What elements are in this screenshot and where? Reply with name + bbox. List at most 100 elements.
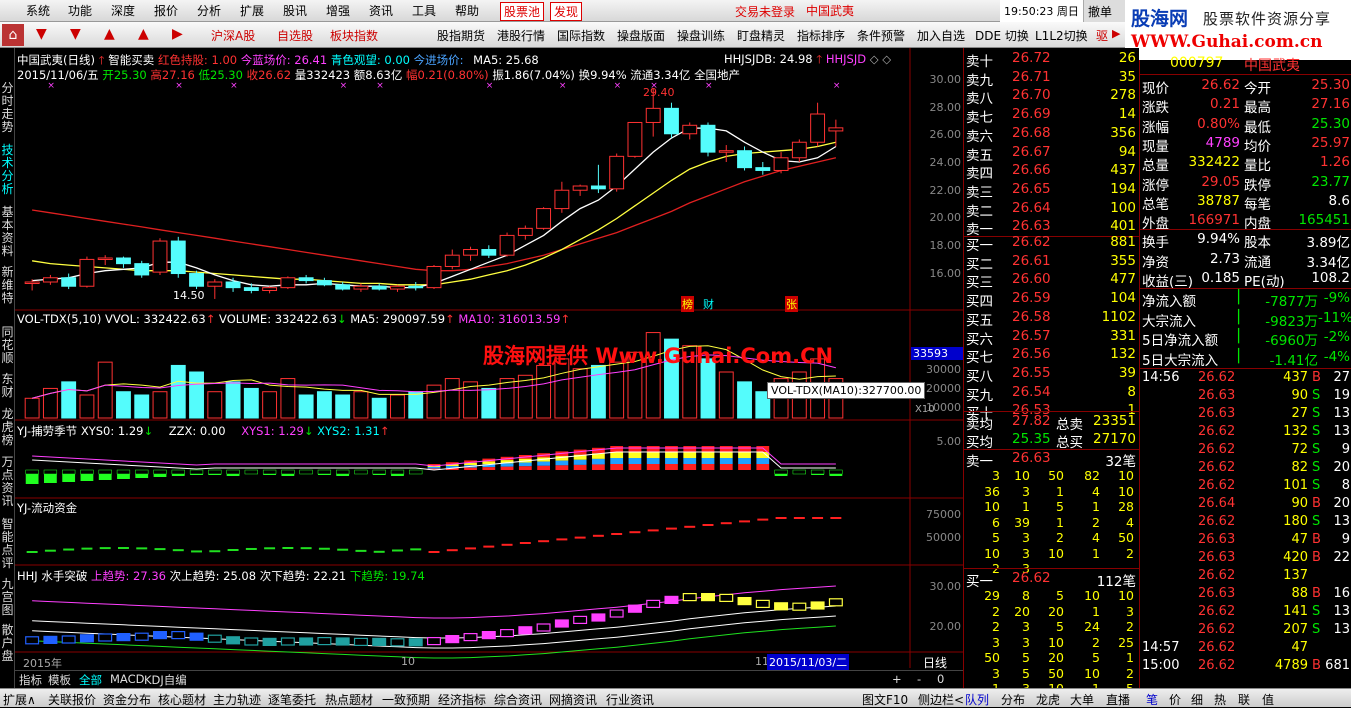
- tb-sector-index[interactable]: 板块指数: [330, 27, 378, 44]
- vtab-tonghuashun[interactable]: 同花顺: [0, 326, 15, 365]
- bottom-tab[interactable]: 大单: [1070, 691, 1094, 708]
- tb-dde[interactable]: DDE 切换: [975, 27, 1029, 44]
- menu-extend[interactable]: 扩展: [240, 2, 264, 19]
- tb-monitor[interactable]: 盯盘精灵: [737, 27, 785, 44]
- tb-shsz-a[interactable]: 沪深A股: [211, 27, 255, 44]
- bottom-tab[interactable]: 逐笔委托: [268, 691, 316, 708]
- chart-area[interactable]: × × × × × × × × × × × 中国武夷(日线) 🡑 智能买卖 红色持股: 1.00 今…: [15, 48, 963, 671]
- tick-row[interactable]: 26.62 137: [1140, 568, 1351, 586]
- menu-quote[interactable]: 报价: [154, 2, 178, 19]
- bottom-tab[interactable]: 分布: [1001, 691, 1025, 708]
- ask-row[interactable]: 卖六 26.68 356: [964, 125, 1140, 145]
- tick-row[interactable]: 14:57 26.62 47: [1140, 640, 1351, 658]
- bid-row[interactable]: 买九 26.54 8: [964, 384, 1140, 404]
- menu-enhance[interactable]: 增强: [326, 2, 350, 19]
- tick-row[interactable]: 15:00 26.62 4789 B 681: [1140, 658, 1351, 676]
- tick-row[interactable]: 26.63 90 S 19: [1140, 388, 1351, 406]
- arrow-up-double-icon[interactable]: ▲: [138, 26, 149, 42]
- bottom-tab[interactable]: 关联报价: [48, 691, 96, 708]
- bottom-tab[interactable]: 队列: [965, 691, 989, 708]
- vtab-intraday[interactable]: 分时走势: [0, 82, 15, 134]
- menu-info[interactable]: 资讯: [369, 2, 393, 19]
- tb-add-watch[interactable]: 加入自选: [917, 27, 965, 44]
- bottom-tab[interactable]: 直播: [1106, 691, 1130, 708]
- bottom-tab[interactable]: 主力轨迹: [213, 691, 261, 708]
- bottom-tab[interactable]: 价: [1169, 691, 1181, 708]
- bid-row[interactable]: 买四 26.59 104: [964, 290, 1140, 310]
- cancel-order-label[interactable]: 撤单: [1088, 3, 1112, 20]
- bottom-tab[interactable]: 网摘资讯: [549, 691, 597, 708]
- tick-row[interactable]: 26.62 207 S 13: [1140, 622, 1351, 640]
- bid-row[interactable]: 买七 26.56 132: [964, 346, 1140, 366]
- ask-row[interactable]: 卖二 26.64 100: [964, 200, 1140, 220]
- ask-row[interactable]: 卖十 26.72 26: [964, 50, 1140, 70]
- arrow-down-double-icon[interactable]: ▼: [70, 26, 81, 42]
- tb-alert[interactable]: 条件预警: [857, 27, 905, 44]
- bid-row[interactable]: 买一 26.62 881: [964, 234, 1140, 254]
- vtab-fundamental[interactable]: 基本资料: [0, 206, 15, 258]
- bid-row[interactable]: 买八 26.55 39: [964, 365, 1140, 385]
- menu-analysis[interactable]: 分析: [197, 2, 221, 19]
- menu-tools[interactable]: 工具: [412, 2, 436, 19]
- vtab-nine-grid[interactable]: 九宫图: [0, 578, 15, 617]
- tag-zhang[interactable]: 张: [785, 296, 798, 312]
- subtab-macd[interactable]: MACD: [108, 672, 146, 686]
- bottom-tab[interactable]: 龙虎: [1036, 691, 1060, 708]
- bottom-tab[interactable]: 一致预期: [382, 691, 430, 708]
- tag-bang[interactable]: 榜: [681, 296, 694, 312]
- vtab-ai-comment[interactable]: 智能点评: [0, 518, 15, 570]
- bottom-tab[interactable]: 值: [1262, 691, 1274, 708]
- menu-news[interactable]: 股讯: [283, 2, 307, 19]
- tick-row[interactable]: 26.63 88 B 16: [1140, 586, 1351, 604]
- ask-row[interactable]: 卖五 26.67 94: [964, 144, 1140, 164]
- bottom-tab[interactable]: 侧边栏<: [918, 691, 964, 708]
- tick-row[interactable]: 26.62 72 S 9: [1140, 442, 1351, 460]
- chevron-right-icon[interactable]: ▶: [1112, 27, 1120, 40]
- tb-intl-index[interactable]: 国际指数: [557, 27, 605, 44]
- bottom-tab[interactable]: 资金分布: [103, 691, 151, 708]
- ask-row[interactable]: 卖八 26.70 278: [964, 87, 1140, 107]
- vtab-news[interactable]: 万点资讯: [0, 456, 15, 508]
- ask-row[interactable]: 卖七 26.69 14: [964, 106, 1140, 126]
- bottom-tab[interactable]: 综合资讯: [494, 691, 542, 708]
- tb-hk[interactable]: 港股行情: [497, 27, 545, 44]
- bottom-tab[interactable]: 热: [1214, 691, 1226, 708]
- subtab-template[interactable]: 模板: [46, 672, 73, 688]
- tick-row[interactable]: 26.63 47 B 9: [1140, 532, 1351, 550]
- tick-row[interactable]: 26.62 141 S 13: [1140, 604, 1351, 622]
- bottom-tab[interactable]: 细: [1191, 691, 1203, 708]
- tick-row[interactable]: 26.62 132 S 13: [1140, 424, 1351, 442]
- arrow-right-icon[interactable]: ▶: [172, 26, 183, 42]
- tb-layout[interactable]: 操盘版面: [617, 27, 665, 44]
- tick-row[interactable]: 26.63 420 B 22: [1140, 550, 1351, 568]
- subtab-kdj[interactable]: KDJ自编: [142, 672, 189, 688]
- tb-rank[interactable]: 指标排序: [797, 27, 845, 44]
- tb-more[interactable]: 驱: [1096, 27, 1108, 44]
- tb-l1l2[interactable]: L1L2切换: [1035, 27, 1088, 44]
- tag-cai[interactable]: 财: [703, 296, 714, 312]
- zoom-minus[interactable]: -: [915, 672, 923, 686]
- period-label[interactable]: 日线: [923, 654, 947, 671]
- vtab-xinweite[interactable]: 新维特: [0, 266, 15, 305]
- arrow-down-icon[interactable]: ▼: [36, 26, 47, 42]
- menu-help[interactable]: 帮助: [455, 2, 479, 19]
- tb-training[interactable]: 操盘训练: [677, 27, 725, 44]
- bottom-tab[interactable]: 笔: [1146, 691, 1158, 708]
- tb-futures[interactable]: 股指期货: [437, 27, 485, 44]
- vtab-dragon-tiger[interactable]: 龙虎榜: [0, 408, 15, 447]
- tick-row[interactable]: 26.62 180 S 13: [1140, 514, 1351, 532]
- ask-row[interactable]: 卖九 26.71 35: [964, 69, 1140, 89]
- bid-row[interactable]: 买二 26.61 355: [964, 253, 1140, 273]
- bottom-tab[interactable]: 联: [1238, 691, 1250, 708]
- menu-depth[interactable]: 深度: [111, 2, 135, 19]
- menu-function[interactable]: 功能: [68, 2, 92, 19]
- zoom-plus[interactable]: +: [890, 672, 904, 686]
- tick-row[interactable]: 26.63 27 S 13: [1140, 406, 1351, 424]
- vtab-dongcai[interactable]: 东财: [0, 373, 15, 399]
- subtab-indicator[interactable]: 指标: [17, 672, 44, 688]
- bottom-tab[interactable]: 经济指标: [438, 691, 486, 708]
- bottom-tab[interactable]: 行业资讯: [606, 691, 654, 708]
- bid-row[interactable]: 买三 26.60 477: [964, 271, 1140, 291]
- subtab-all[interactable]: 全部: [77, 672, 104, 688]
- ask-row[interactable]: 卖四 26.66 437: [964, 162, 1140, 182]
